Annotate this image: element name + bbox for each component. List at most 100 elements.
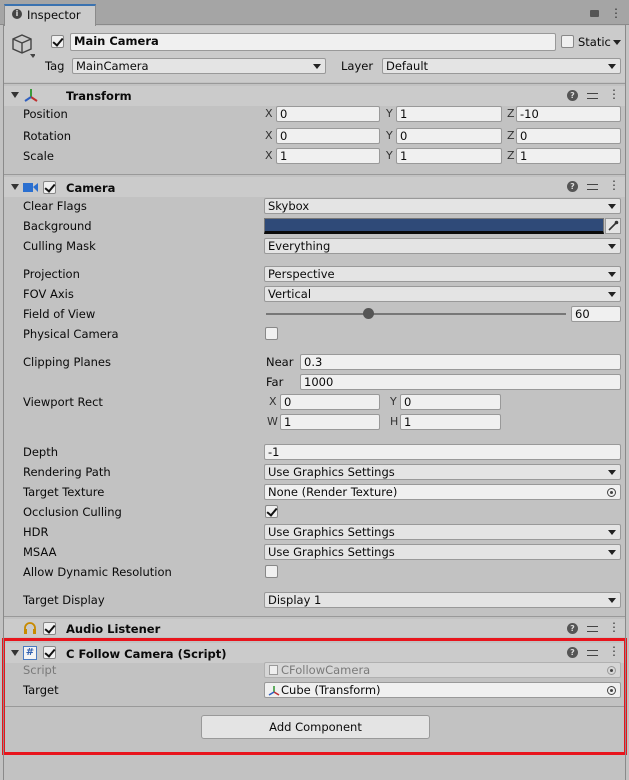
axis-y-label[interactable]: Y: [386, 129, 393, 143]
target-texture-field[interactable]: None (Render Texture): [264, 484, 621, 500]
rotation-z-field[interactable]: 0: [516, 128, 621, 144]
viewport-w-value: 1: [284, 415, 292, 429]
viewport-w-field[interactable]: 1: [280, 414, 380, 430]
audio-listener-checkbox[interactable]: [43, 622, 56, 635]
viewport-x-label[interactable]: X: [269, 395, 277, 409]
culling-mask-dropdown[interactable]: Everything: [264, 238, 621, 254]
panel-border: [625, 25, 626, 780]
clear-flags-dropdown[interactable]: Skybox: [264, 198, 621, 214]
target-display-dropdown[interactable]: Display 1: [264, 592, 621, 608]
tag-dropdown[interactable]: MainCamera: [72, 58, 326, 74]
scale-z-field[interactable]: 1: [516, 148, 621, 164]
target-texture-value: None (Render Texture): [268, 485, 398, 499]
rendering-path-value: Use Graphics Settings: [268, 465, 395, 479]
help-icon[interactable]: ?: [567, 90, 578, 101]
rotation-y-field[interactable]: 0: [396, 128, 502, 144]
field-of-view-label: Field of View: [23, 307, 96, 321]
hdr-dropdown[interactable]: Use Graphics Settings: [264, 524, 621, 540]
viewport-h-label[interactable]: H: [390, 415, 398, 429]
fov-axis-dropdown[interactable]: Vertical: [264, 286, 621, 302]
depth-label: Depth: [23, 445, 59, 459]
far-label[interactable]: Far: [266, 375, 283, 389]
foldout-arrow-icon[interactable]: [11, 92, 19, 98]
position-x-field[interactable]: 0: [276, 106, 380, 122]
occlusion-culling-checkbox[interactable]: [265, 505, 278, 518]
axis-z-label[interactable]: Z: [507, 149, 515, 163]
object-active-checkbox[interactable]: [51, 35, 64, 48]
static-label[interactable]: Static: [578, 35, 611, 49]
object-picker-icon[interactable]: [607, 488, 616, 497]
msaa-value: Use Graphics Settings: [268, 545, 395, 559]
headphones-icon: [23, 622, 37, 634]
fov-value-field[interactable]: 60: [571, 306, 621, 322]
rotation-x-field[interactable]: 0: [276, 128, 380, 144]
viewport-w-label[interactable]: W: [267, 415, 278, 429]
camera-enabled-checkbox[interactable]: [43, 181, 56, 194]
tab-menu-icon[interactable]: ⋮: [604, 5, 622, 19]
hdr-value: Use Graphics Settings: [268, 525, 395, 539]
layer-label: Layer: [341, 59, 374, 73]
fov-slider-track[interactable]: [266, 313, 566, 315]
background-label: Background: [23, 219, 92, 233]
lock-icon[interactable]: [590, 10, 599, 17]
chevron-down-icon: [608, 204, 616, 209]
object-name-field[interactable]: Main Camera: [70, 33, 556, 51]
axis-x-label[interactable]: X: [265, 129, 273, 143]
fov-slider-thumb[interactable]: [363, 308, 374, 319]
scale-y-field[interactable]: 1: [396, 148, 502, 164]
position-y-field[interactable]: 1: [396, 106, 502, 122]
near-label[interactable]: Near: [266, 355, 293, 369]
component-menu-icon[interactable]: [606, 620, 620, 634]
msaa-dropdown[interactable]: Use Graphics Settings: [264, 544, 621, 560]
presets-icon[interactable]: [587, 623, 598, 634]
presets-icon[interactable]: [587, 90, 598, 101]
tab-inspector[interactable]: i Inspector: [4, 4, 96, 26]
presets-icon[interactable]: [587, 181, 598, 192]
layer-value: Default: [386, 59, 429, 73]
eyedropper-icon[interactable]: [605, 218, 621, 234]
rotation-z-value: 0: [520, 129, 528, 143]
chevron-down-icon: [608, 272, 616, 277]
viewport-y-field[interactable]: 0: [400, 394, 501, 410]
help-icon[interactable]: ?: [567, 623, 578, 634]
foldout-arrow-icon[interactable]: [11, 184, 19, 190]
static-dropdown-icon[interactable]: [613, 40, 621, 45]
clear-flags-label: Clear Flags: [23, 199, 87, 213]
projection-dropdown[interactable]: Perspective: [264, 266, 621, 282]
physical-camera-checkbox[interactable]: [265, 327, 278, 340]
viewport-x-field[interactable]: 0: [280, 394, 380, 410]
clipping-planes-label: Clipping Planes: [23, 355, 111, 369]
divider: [4, 83, 625, 84]
chevron-down-icon: [608, 530, 616, 535]
fov-value: 60: [575, 307, 590, 321]
position-z-field[interactable]: -10: [516, 106, 621, 122]
axis-z-label[interactable]: Z: [507, 129, 515, 143]
scale-z-value: 1: [520, 149, 528, 163]
dynamic-resolution-label: Allow Dynamic Resolution: [23, 565, 172, 579]
viewport-y-label[interactable]: Y: [390, 395, 397, 409]
axis-x-label[interactable]: X: [265, 149, 273, 163]
axis-y-label[interactable]: Y: [386, 149, 393, 163]
fov-axis-label: FOV Axis: [23, 287, 74, 301]
depth-field[interactable]: -1: [264, 444, 621, 460]
position-z-value: -10: [520, 107, 539, 121]
gameobject-icon[interactable]: [11, 33, 36, 59]
far-field[interactable]: 1000: [300, 374, 621, 390]
axis-x-label[interactable]: X: [265, 107, 273, 121]
component-menu-icon[interactable]: [606, 178, 620, 192]
layer-dropdown[interactable]: Default: [382, 58, 621, 74]
far-value: 1000: [304, 375, 334, 389]
help-icon[interactable]: ?: [567, 181, 578, 192]
axis-z-label[interactable]: Z: [507, 107, 515, 121]
static-checkbox[interactable]: [561, 35, 574, 48]
background-color-field[interactable]: [264, 218, 604, 234]
axis-y-label[interactable]: Y: [386, 107, 393, 121]
scale-x-field[interactable]: 1: [276, 148, 380, 164]
component-menu-icon[interactable]: [606, 87, 620, 101]
rendering-path-dropdown[interactable]: Use Graphics Settings: [264, 464, 621, 480]
viewport-x-value: 0: [284, 395, 292, 409]
culling-mask-value: Everything: [268, 239, 331, 253]
viewport-h-field[interactable]: 1: [400, 414, 501, 430]
near-field[interactable]: 0.3: [300, 354, 621, 370]
dynamic-resolution-checkbox[interactable]: [265, 565, 278, 578]
